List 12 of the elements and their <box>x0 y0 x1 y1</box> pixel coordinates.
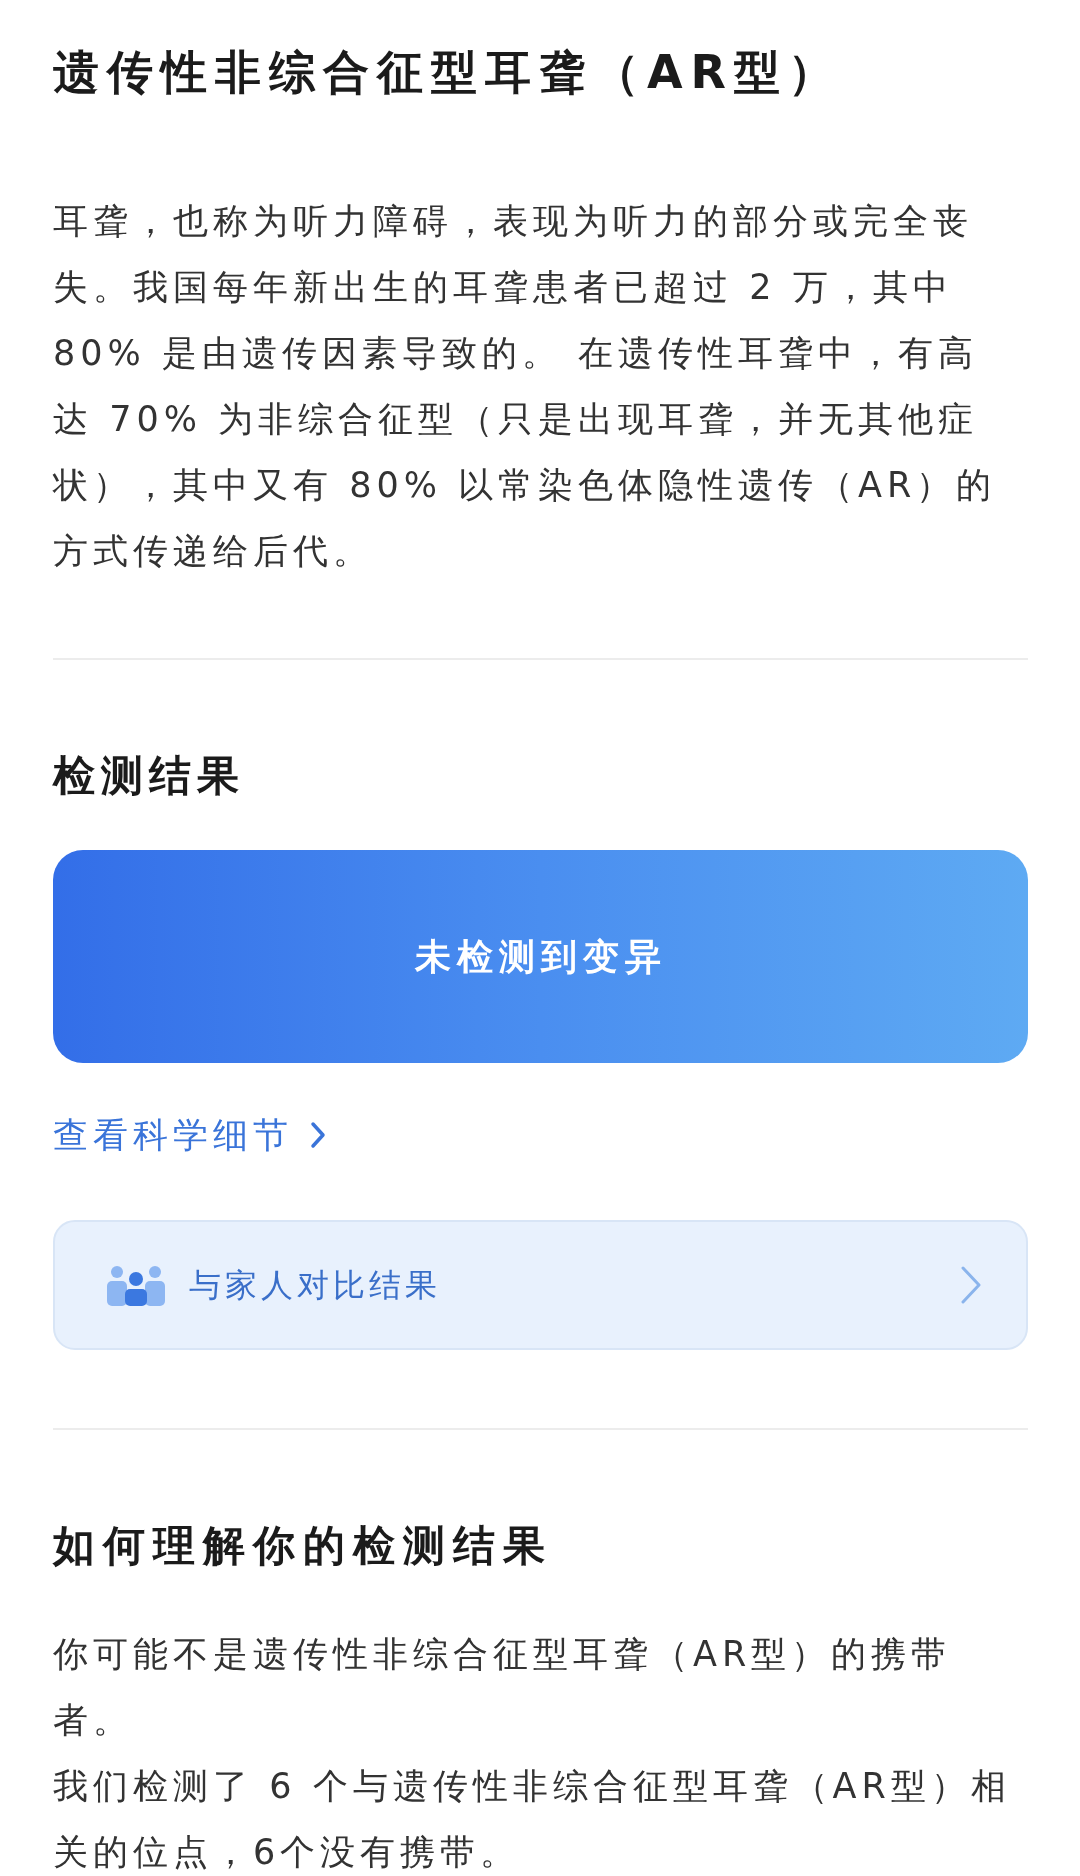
page-title: 遗传性非综合征型耳聋（AR型） <box>53 44 844 101</box>
result-explanation: 我们检测了 6 个与遗传性非综合征型耳聋（AR型）相关的位点，6个没有携带。 <box>53 1765 1012 1874</box>
chevron-right-icon <box>309 1121 327 1149</box>
chevron-right-icon <box>960 1265 982 1305</box>
result-explanation: 你可能不是遗传性非综合征型耳聋（AR型）的携带者。 <box>53 1633 953 1742</box>
family-compare-button[interactable]: 与家人对比结果 <box>53 1220 1028 1350</box>
details-link[interactable]: 查看科学细节 <box>53 1110 327 1160</box>
family-icon <box>107 1264 165 1306</box>
result-banner: 未检测到变异 <box>53 850 1028 1063</box>
section-heading: 如何理解你的检测结果 <box>53 1520 554 1572</box>
section-heading: 检测结果 <box>53 750 246 802</box>
intro-paragraph: 耳聋，也称为听力障碍，表现为听力的部分或完全丧失。我国每年新出生的耳聋患者已超过 2 万，其中 80% 是由遗传因素导致的。 在遗传性耳聋中，有高达 70% 为非综合征型（只是出现耳聋，并无其他症状），其中又有 80% 以常染色体隐性遗传（AR）的方式传递给后代。 <box>53 200 998 573</box>
